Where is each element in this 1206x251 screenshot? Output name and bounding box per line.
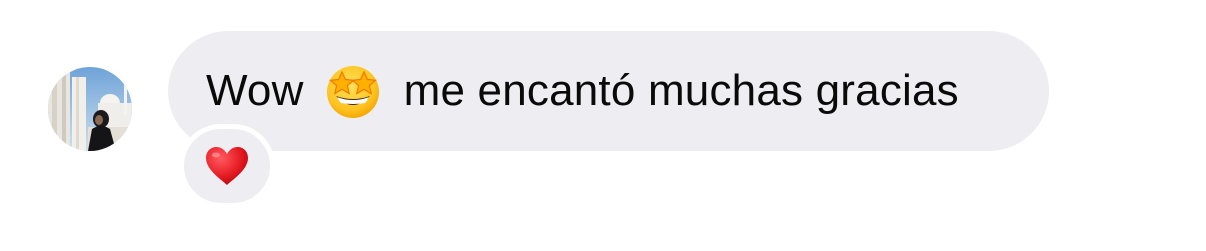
chat-thread: Wow me encantó muchas gracias [0,0,1206,251]
message-text-start: Wow [206,66,304,115]
message-text-rest: me encantó muchas gracias [403,66,959,115]
star-struck-emoji-icon [324,62,382,120]
incoming-message-bubble[interactable]: Wow me encantó muchas gracias [168,31,1049,151]
heart-reaction-badge[interactable] [179,124,275,208]
red-heart-emoji-icon [206,147,248,185]
sender-avatar[interactable] [48,67,132,151]
profile-photo [48,67,132,151]
